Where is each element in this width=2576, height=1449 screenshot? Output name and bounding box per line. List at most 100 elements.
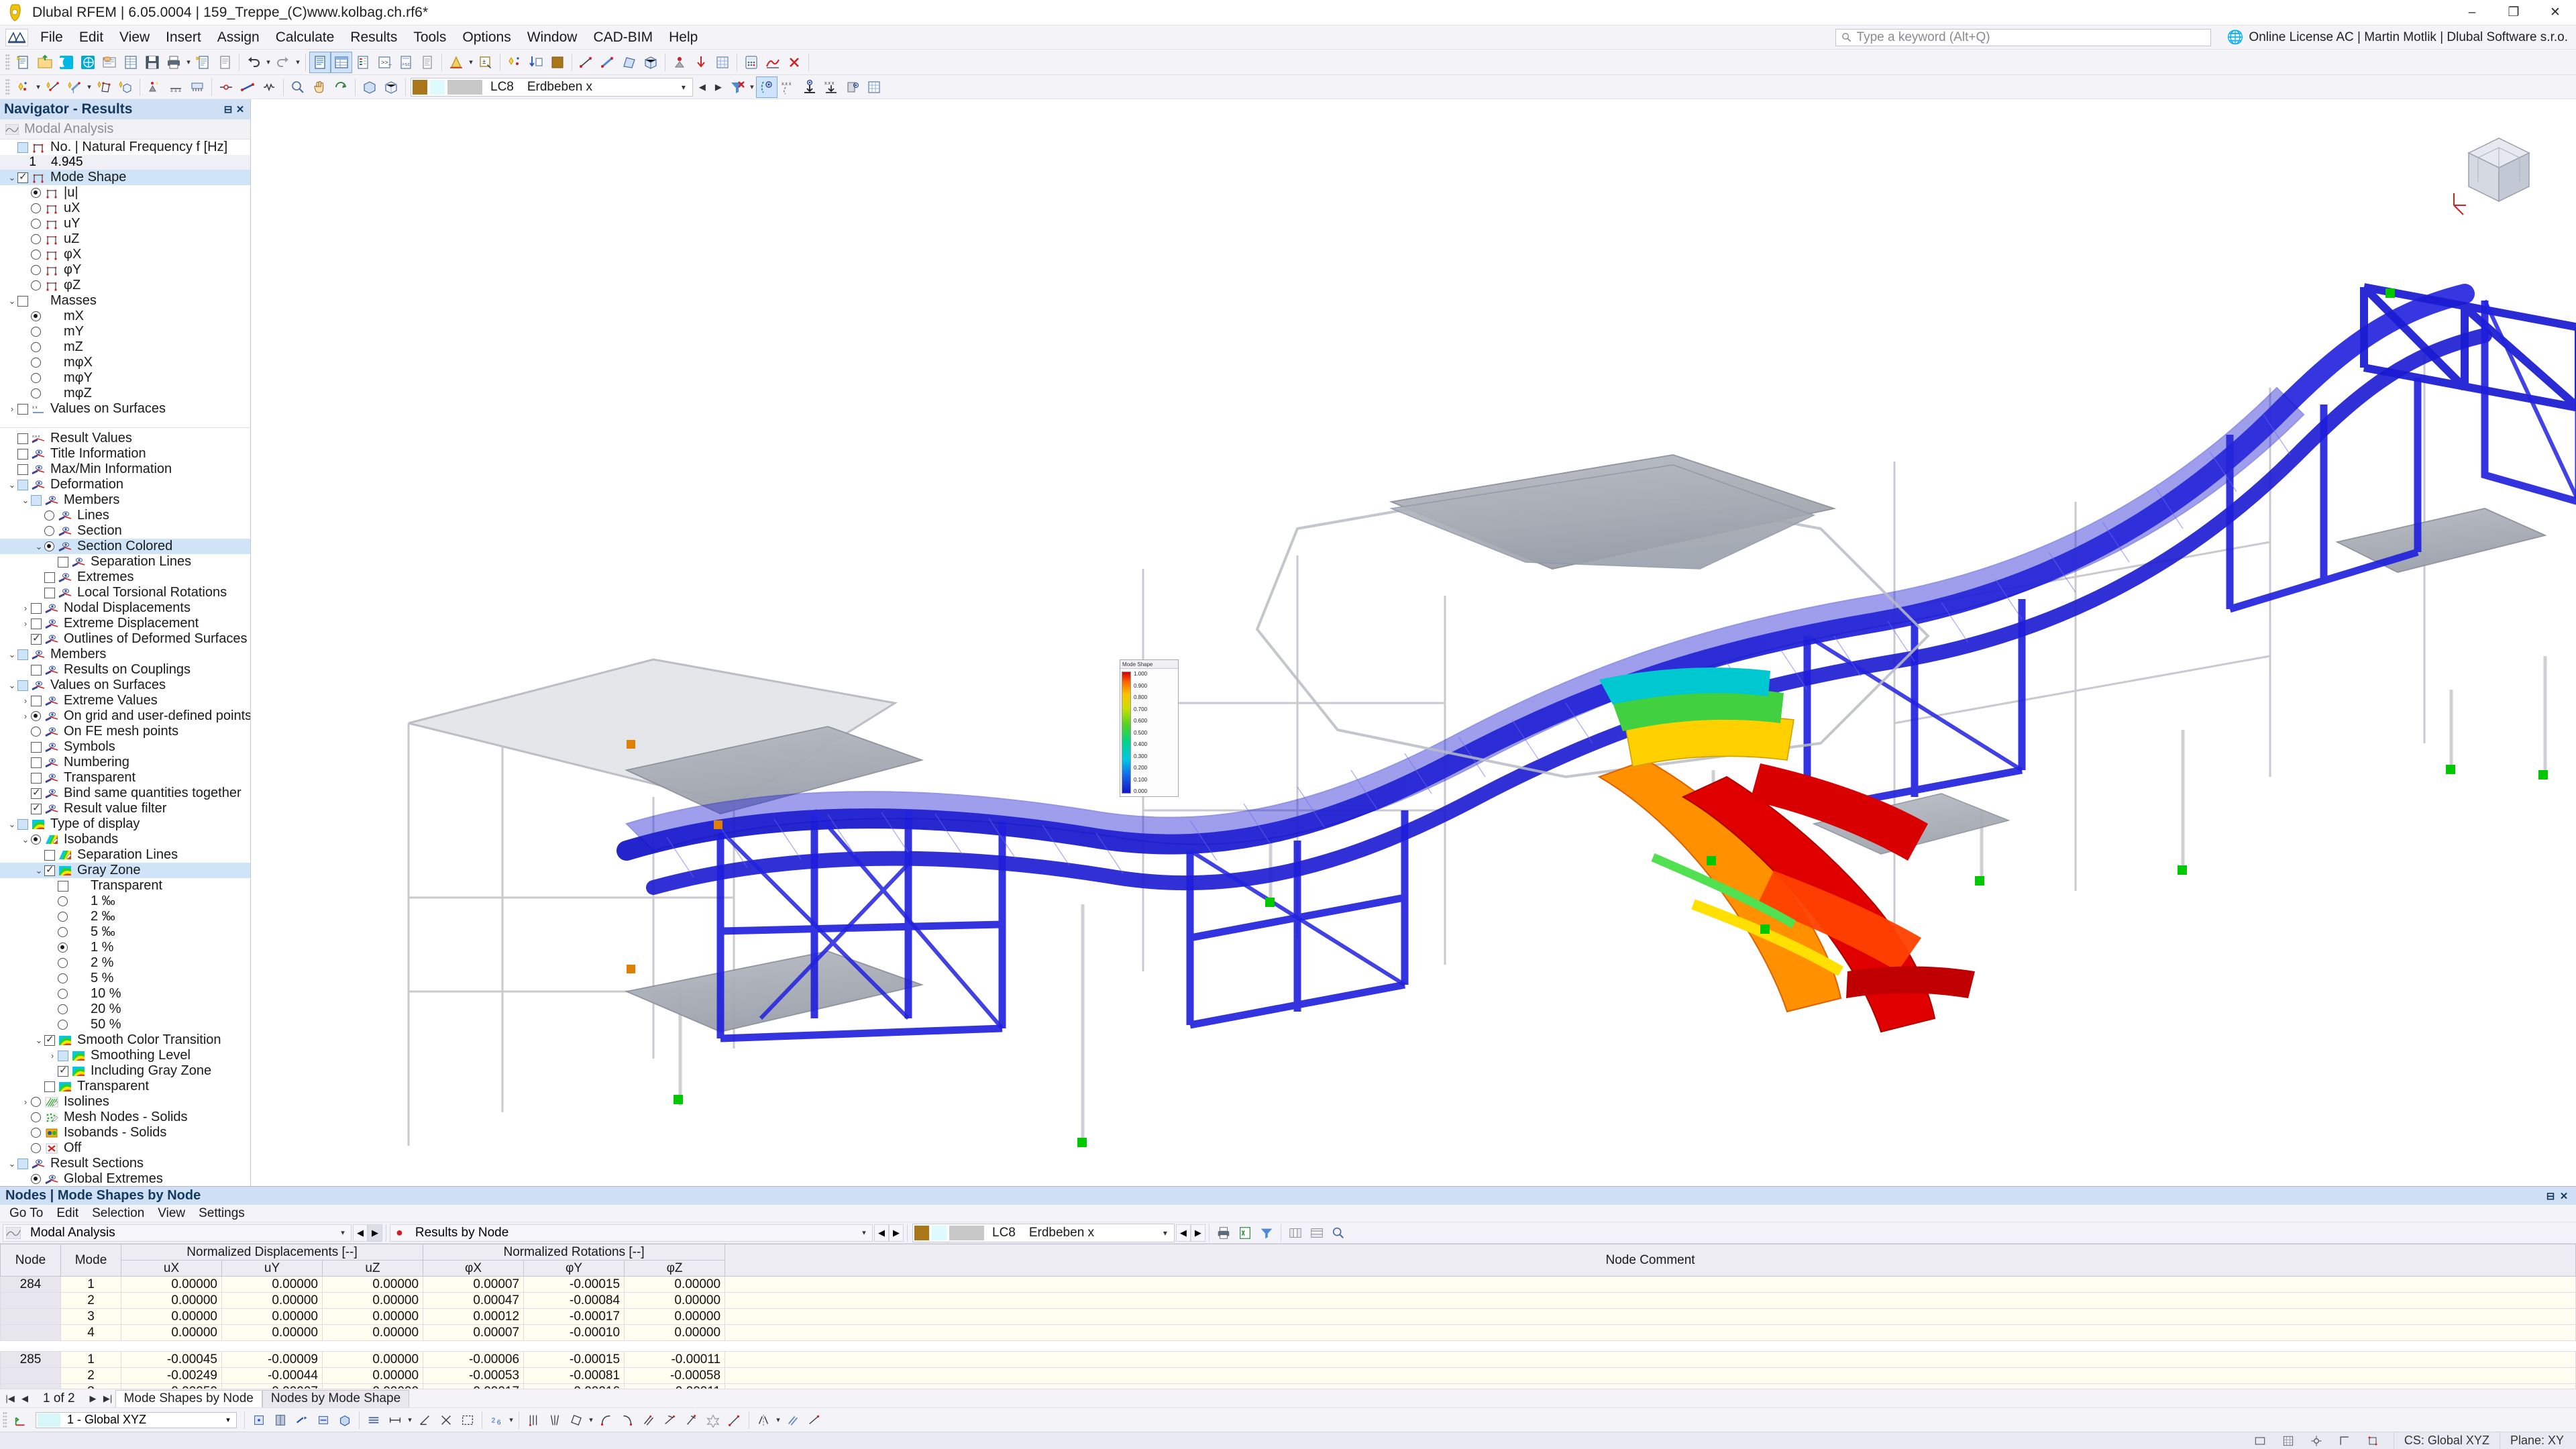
cell-phiy[interactable]: -0.00084 <box>523 1292 625 1309</box>
tree-item-mz[interactable]: · mZ <box>0 339 250 355</box>
mirror-icon[interactable] <box>753 1409 774 1431</box>
tree-global-extremes-radio[interactable] <box>31 1174 41 1184</box>
cell-uy[interactable]: 0.00000 <box>221 1324 323 1341</box>
cell-phix[interactable]: 0.00012 <box>423 1308 525 1325</box>
tree-extreme-displacement-checkbox[interactable] <box>31 618 42 629</box>
tree-item-my[interactable]: · mY <box>0 324 250 339</box>
print-icon[interactable] <box>163 52 184 73</box>
tree-nodal-displacements-checkbox[interactable] <box>31 602 42 614</box>
cell-phiz[interactable]: 0.00000 <box>624 1324 726 1341</box>
tree-expander-isobands[interactable]: ⌄ <box>20 835 31 845</box>
frequency-row[interactable]: 1 4.945 <box>0 154 250 170</box>
navigator-analysis-selector[interactable]: Modal Analysis <box>0 119 250 140</box>
load-case-dropdown-icon[interactable]: ▾ <box>675 83 692 92</box>
tree-off-radio[interactable] <box>31 1143 41 1153</box>
snap-object-icon[interactable] <box>334 1409 356 1431</box>
solid-tool-icon[interactable] <box>640 52 661 73</box>
tree-item-deformation[interactable]: ⌄ Deformation <box>0 477 250 492</box>
tree-gz-1permille-radio[interactable] <box>58 896 68 906</box>
tree-item-lines[interactable]: · Lines <box>0 508 250 523</box>
cell-node-comment[interactable] <box>724 1367 2576 1384</box>
tree-expander-result-sections[interactable]: ⌄ <box>7 1159 17 1169</box>
analysis-dropdown-icon[interactable]: ▾ <box>335 1228 351 1237</box>
tree-gz-20pct-radio[interactable] <box>58 1004 68 1014</box>
cell-phix[interactable]: 0.00007 <box>423 1276 525 1293</box>
tree-expander-section-colored[interactable]: ⌄ <box>34 541 44 552</box>
section-library-icon[interactable] <box>445 52 467 73</box>
tree-members-def-checkbox[interactable] <box>31 494 42 506</box>
cell-node-comment[interactable] <box>724 1324 2576 1341</box>
tree-item-members[interactable]: ⌄ Members <box>0 647 250 662</box>
table-menu-goto[interactable]: Go To <box>3 1205 50 1222</box>
menu-calculate[interactable]: Calculate <box>268 28 343 48</box>
result-tables-icon[interactable] <box>352 52 374 73</box>
new-node-dropdown-arrow[interactable]: ▾ <box>34 76 42 98</box>
cell-phiz[interactable]: -0.00058 <box>624 1367 726 1384</box>
table-row[interactable]: 3 0.00000 0.00000 0.00000 0.00012 -0.00017 0.0… <box>0 1308 2576 1325</box>
tree-extreme-values-checkbox[interactable] <box>31 695 42 706</box>
offset-icon[interactable] <box>638 1409 659 1431</box>
load-tool-icon[interactable] <box>690 52 712 73</box>
tree-item-extreme-values[interactable]: › Extreme Values <box>0 693 250 708</box>
tree-item-transparent-vos[interactable]: · Transparent <box>0 770 250 786</box>
table-search-icon[interactable] <box>1328 1222 1349 1244</box>
cell-node-comment[interactable] <box>724 1308 2576 1325</box>
cell-uz[interactable]: 0.00000 <box>321 1292 424 1309</box>
section-dropdown-arrow[interactable]: ▾ <box>467 52 475 73</box>
copy-icon[interactable] <box>782 1409 804 1431</box>
license-info[interactable]: 🌐 Online License AC | Martin Motlik | Dl… <box>2227 29 2572 46</box>
header-phiy[interactable]: φY <box>523 1260 625 1277</box>
undo-dropdown-arrow[interactable]: ▾ <box>264 52 272 73</box>
tree-isolines-radio[interactable] <box>31 1097 41 1107</box>
table-load-case-selector[interactable]: LC8 Erdbeben x ▾ <box>912 1223 1175 1242</box>
tree-item-gz-5pct[interactable]: · 5 % <box>0 971 250 986</box>
show-values-icon[interactable]: x.x x <box>777 76 799 98</box>
tree-phix-radio[interactable] <box>31 250 41 260</box>
angle-icon[interactable] <box>414 1409 435 1431</box>
snap-node-icon[interactable] <box>248 1409 270 1431</box>
view-orientation-cube[interactable] <box>2449 119 2549 220</box>
cell-phix[interactable]: -0.00053 <box>423 1367 525 1384</box>
tree-smoothing-level-checkbox[interactable] <box>58 1050 68 1061</box>
tree-result-values-checkbox[interactable] <box>17 433 28 444</box>
tables-icon[interactable] <box>120 52 142 73</box>
tree-item-gray-zone[interactable]: ⌄ Gray Zone <box>0 863 250 878</box>
tree-item-gz-50pct[interactable]: · 50 % <box>0 1017 250 1032</box>
show-deformation-icon[interactable] <box>755 76 777 98</box>
results-table-wrapper[interactable]: Node Mode Normalized Displacements [--] … <box>0 1244 2576 1389</box>
header-uy[interactable]: uY <box>221 1260 323 1277</box>
cell-mode-no[interactable]: 1 <box>60 1351 121 1368</box>
dimension-dropdown-arrow[interactable]: ▾ <box>406 1409 414 1431</box>
close-button[interactable]: ✕ <box>2534 0 2576 25</box>
tree-isobands-solids-radio[interactable] <box>31 1128 41 1138</box>
surface-tool-icon[interactable] <box>619 52 640 73</box>
tree-item-uz[interactable]: · uZ <box>0 231 250 247</box>
tree-expander-type-of-display[interactable]: ⌄ <box>7 819 17 830</box>
wireframe-icon[interactable] <box>380 76 402 98</box>
tree-expander-extreme-displacement[interactable]: › <box>20 619 31 629</box>
table-body[interactable]: 284 1 0.00000 0.00000 0.00000 0.00007 -0.00015… <box>0 1276 2576 1389</box>
tree-item-results-on-couplings[interactable]: · Results on Couplings <box>0 662 250 678</box>
rotate-object-icon[interactable] <box>566 1409 587 1431</box>
table-row[interactable]: 284 1 0.00000 0.00000 0.00000 0.00007 -0.00015… <box>0 1276 2576 1293</box>
cell-phiz[interactable]: -0.00011 <box>624 1383 726 1389</box>
tab-mode-shapes-by-node[interactable]: Mode Shapes by Node <box>115 1389 262 1407</box>
rigid-link-icon[interactable] <box>237 76 258 98</box>
tree-item-result-value-filter[interactable]: · Result value filter <box>0 801 250 816</box>
tree-item-members-def[interactable]: ⌄ Members <box>0 492 250 508</box>
tree-expander-values-on-surfaces-2[interactable]: ⌄ <box>7 680 17 691</box>
cell-uy[interactable]: 0.00000 <box>221 1308 323 1325</box>
new-surface-icon[interactable] <box>93 76 115 98</box>
navigator-tree[interactable]: No. | Natural Frequency f [Hz] 1 4.945 ⌄… <box>0 140 250 1186</box>
tree-values-on-surfaces-1-checkbox[interactable] <box>17 403 28 415</box>
last-page-button[interactable]: ▶| <box>101 1391 115 1406</box>
doc-list-icon[interactable] <box>417 52 438 73</box>
tree-separation-lines-def-checkbox[interactable] <box>58 556 68 568</box>
table-row[interactable]: 2 0.00000 0.00000 0.00000 0.00047 -0.00084 0.0… <box>0 1292 2576 1309</box>
menu-results[interactable]: Results <box>342 28 405 48</box>
tree-expander-smooth-color-transition[interactable]: ⌄ <box>34 1035 44 1046</box>
tree-item-phiy[interactable]: · φY <box>0 262 250 278</box>
snap-grid-icon[interactable] <box>270 1409 291 1431</box>
numbering-dropdown-arrow[interactable]: ▾ <box>507 1409 515 1431</box>
tree-item-global-extremes[interactable]: · Global Extremes <box>0 1171 250 1186</box>
